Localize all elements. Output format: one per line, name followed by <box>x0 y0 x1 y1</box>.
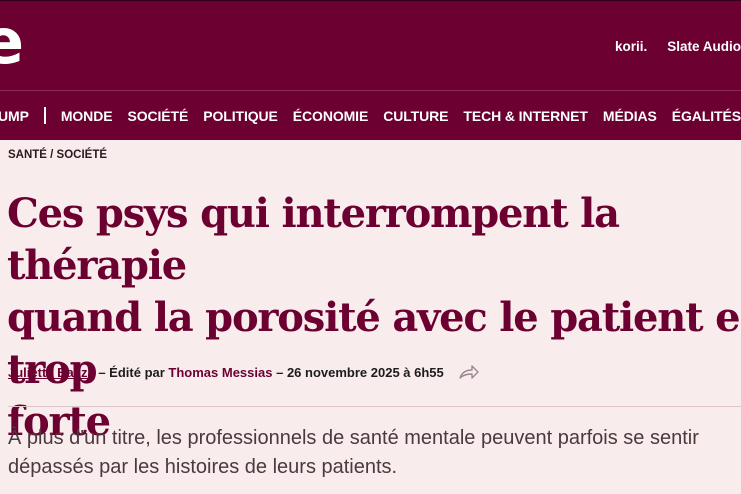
nav-item-egalites[interactable]: ÉGALITÉS <box>672 108 741 124</box>
site-header: e korii. Slate Audio <box>0 0 741 90</box>
author-link[interactable]: Juliette Baëza <box>8 365 95 380</box>
title-line: Ces psys qui interrompent la thérapie <box>7 190 620 289</box>
nav-item-medias[interactable]: MÉDIAS <box>603 108 657 124</box>
editor-link[interactable]: Thomas Messias <box>168 365 272 380</box>
article-byline: Juliette Baëza – Édité par Thomas Messia… <box>8 364 480 380</box>
korii-link[interactable]: korii. <box>615 39 647 54</box>
publish-date: 26 novembre 2025 à 6h55 <box>286 364 444 380</box>
byline-divider <box>8 406 741 407</box>
nav-item-culture[interactable]: CULTURE <box>383 108 448 124</box>
main-navigation: RUMP MONDE SOCIÉTÉ POLITIQUE ÉCONOMIE CU… <box>0 91 741 140</box>
slate-audio-link[interactable]: Slate Audio <box>667 39 741 54</box>
nav-item-societe[interactable]: SOCIÉTÉ <box>127 108 188 124</box>
nav-item-trump[interactable]: RUMP <box>0 108 29 124</box>
nav-item-tech-internet[interactable]: TECH & INTERNET <box>463 108 588 124</box>
site-logo[interactable]: e <box>0 11 24 73</box>
nav-separator <box>43 107 46 124</box>
byline-separator: – <box>272 364 287 380</box>
share-icon[interactable] <box>458 364 480 380</box>
edited-by-label: Édité par <box>109 364 169 380</box>
header-partner-links: korii. Slate Audio <box>615 39 741 54</box>
nav-item-economie[interactable]: ÉCONOMIE <box>293 108 369 124</box>
nav-item-monde[interactable]: MONDE <box>61 108 113 124</box>
nav-item-politique[interactable]: POLITIQUE <box>203 108 278 124</box>
byline-separator: – <box>94 364 110 380</box>
article-title: Ces psys qui interrompent la thérapie qu… <box>7 188 741 448</box>
breadcrumb[interactable]: SANTÉ / SOCIÉTÉ <box>8 149 107 161</box>
article-lede: À plus d'un titre, les professionnels de… <box>8 427 699 478</box>
